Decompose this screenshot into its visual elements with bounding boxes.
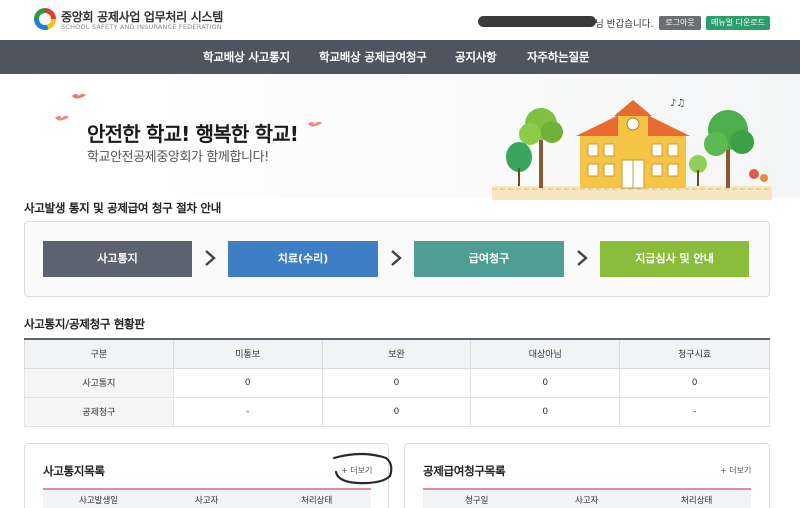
list-header: 사고발생일 사고자 처리상태 [43, 488, 371, 508]
table-cell[interactable]: 0 [321, 396, 472, 427]
list-header: 청구일 사고자 처리상태 [423, 488, 751, 508]
nav-benefit-claim[interactable]: 학교배상 공제급여청구 [319, 40, 427, 74]
step-payment-review[interactable]: 지급심사 및 안내 [600, 241, 749, 277]
status-header-row: 구분 미통보 보완 대상아님 청구시효 [24, 338, 770, 369]
svg-text:♪♫: ♪♫ [670, 98, 685, 109]
step-accident-notice[interactable]: 사고통지 [43, 241, 192, 277]
hero-subtitle: 학교안전공제중앙회가 함께합니다! [87, 150, 269, 165]
logo-icon[interactable] [34, 8, 56, 30]
hero-title: 안전한 학교! 행복한 학교! [87, 122, 299, 146]
table-cell[interactable]: - [619, 396, 770, 427]
panel-title: 사고통지목록 [43, 464, 105, 478]
top-header: 중앙회 공제사업 업무처리 시스템 SCHOOL SAFETY AND INSU… [0, 0, 800, 40]
row-header: 공제청구 [24, 396, 174, 427]
column-header: 청구일 [465, 496, 489, 506]
column-header: 대상아님 [470, 338, 621, 369]
chevron-right-icon [205, 250, 216, 266]
more-link[interactable]: + 더보기 [720, 465, 751, 476]
nav-faq[interactable]: 자주하는질문 [527, 40, 589, 74]
column-header: 사고자 [575, 496, 599, 506]
scribble-annotation [332, 452, 393, 485]
logout-button[interactable]: 로그아웃 [659, 16, 701, 30]
table-cell[interactable]: 0 [172, 367, 323, 398]
system-subtitle: SCHOOL SAFETY AND INSURANCE FEDERATION [61, 23, 222, 31]
greeting-text: 님 반갑습니다. [595, 19, 654, 30]
nav-accident-notice[interactable]: 학교배상 사고통지 [203, 40, 290, 74]
bird-icon [72, 93, 86, 99]
table-row: 사고통지 0 0 0 0 [24, 367, 770, 398]
table-cell[interactable]: 0 [321, 367, 472, 398]
manual-download-button[interactable]: 메뉴얼 다운로드 [706, 16, 770, 30]
chevron-right-icon [391, 250, 402, 266]
chevron-right-icon [577, 250, 588, 266]
column-header: 사고자 [195, 496, 219, 506]
row-header: 사고통지 [24, 367, 174, 398]
benefit-claim-list-panel: 공제급여청구목록 + 더보기 청구일 사고자 처리상태 [404, 443, 770, 508]
column-header: 미통보 [172, 338, 323, 369]
bird-icon [308, 121, 322, 127]
main-nav: 학교배상 사고통지 학교배상 공제급여청구 공지사항 자주하는질문 [0, 40, 800, 74]
column-header: 처리상태 [301, 496, 333, 506]
step-treatment[interactable]: 치료(수리) [228, 241, 378, 277]
table-cell[interactable]: 0 [470, 396, 621, 427]
process-section-title: 사고발생 통지 및 공제급여 청구 절차 안내 [24, 201, 221, 215]
table-cell[interactable]: 0 [470, 367, 621, 398]
bird-icon [55, 115, 69, 121]
column-header: 청구시효 [619, 338, 770, 369]
nav-notices[interactable]: 공지사항 [455, 40, 497, 74]
redacted-username [478, 16, 596, 27]
school-illustration: ♪♫ [492, 98, 772, 200]
panel-title: 공제급여청구목록 [423, 464, 506, 478]
table-row: 공제청구 - 0 0 - [24, 396, 770, 427]
column-header: 사고발생일 [79, 496, 119, 506]
column-header: 처리상태 [681, 496, 713, 506]
step-benefit-claim[interactable]: 급여청구 [414, 241, 564, 277]
column-header: 보완 [321, 338, 472, 369]
table-cell[interactable]: 0 [619, 367, 770, 398]
status-table: 구분 미통보 보완 대상아님 청구시효 사고통지 0 0 0 0 공제청구 - … [24, 338, 770, 427]
column-header: 구분 [24, 338, 174, 369]
table-cell[interactable]: - [172, 396, 323, 427]
status-section-title: 사고통지/공제청구 현황판 [24, 317, 145, 331]
